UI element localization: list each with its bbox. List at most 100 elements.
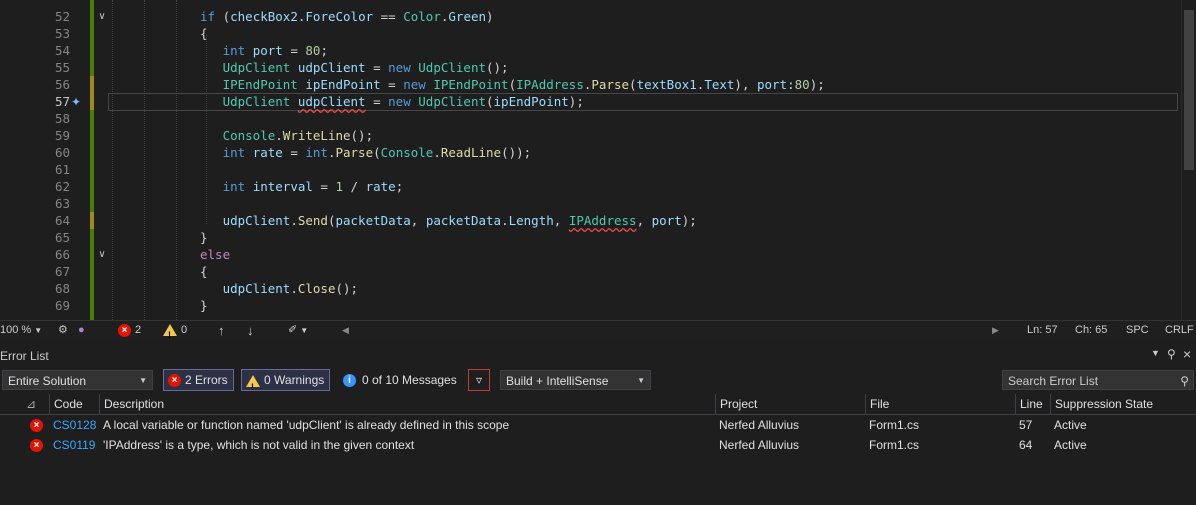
arrow-down-icon[interactable]: ↓ [247,321,254,340]
code-token: ) [486,9,494,24]
sort-column-icon[interactable]: ⊿ [22,394,49,414]
code-token: , [553,213,569,228]
scroll-left-icon[interactable]: ◀ [342,321,349,340]
zoom-selector[interactable]: 100 % ▼ [0,321,42,340]
code-text[interactable]: } [200,297,208,314]
code-line[interactable]: 65} [0,229,1196,246]
code-text[interactable]: int rate = int.Parse(Console.ReadLine())… [200,144,532,161]
code-token: new [388,94,411,109]
code-cleanup-icon[interactable]: ✐ ▼ [288,321,308,340]
code-token: = [312,179,336,194]
code-token: packetData [425,213,502,228]
whitespace-indicator[interactable]: SPC [1126,321,1149,340]
code-token: IPEndPoint [222,77,298,92]
code-line[interactable]: 69} [0,297,1196,314]
code-token: IPEndPoint [433,77,509,92]
code-line[interactable]: 56 IPEndPoint ipEndPoint = new IPEndPoin… [0,76,1196,93]
error-project: Nerfed Alluvius [719,438,800,452]
error-code-link[interactable]: CS0128 [53,415,96,435]
code-editor[interactable]: ∨ ∨ ✦ 52 if (checkBox2.ForeColor == Color… [0,0,1196,320]
line-number: 69 [54,298,70,313]
pin-icon[interactable]: ⚲ [1167,347,1176,361]
code-text[interactable]: UdpClient udpClient = new UdpClient(ipEn… [200,93,584,110]
error-code-link[interactable]: CS0119 [53,435,95,455]
code-line[interactable]: 61 [0,161,1196,178]
code-text[interactable]: udpClient.Close(); [200,280,358,297]
close-icon[interactable]: × [1183,346,1191,362]
build-filter-dropdown[interactable]: Build + IntelliSense ▼ [500,370,651,390]
code-line[interactable]: 58 [0,110,1196,127]
code-line[interactable]: 67 { [0,263,1196,280]
code-line[interactable]: 63 [0,195,1196,212]
code-token: Send [297,213,328,228]
code-line[interactable]: 57 UdpClient udpClient = new UdpClient(i… [0,93,1196,110]
scope-dropdown[interactable]: Entire Solution ▼ [2,370,153,390]
column-suppression-state[interactable]: Suppression State [1050,394,1180,414]
code-text[interactable]: int interval = 1 / rate; [200,178,404,195]
line-number: 52 [54,9,70,24]
warnings-filter-button[interactable]: ! 0 Warnings [241,369,331,392]
column-code[interactable]: Code [49,394,99,414]
table-row[interactable]: × CS0119 'IPAddress' is a type, which is… [0,435,1196,455]
code-line[interactable]: 59 Console.WriteLine(); [0,127,1196,144]
code-token: ( [373,145,381,160]
code-text[interactable]: { [200,263,208,280]
code-token: (); [350,128,374,143]
column-description[interactable]: Description [99,394,716,414]
code-text[interactable]: IPEndPoint ipEndPoint = new IPEndPoint(I… [200,76,825,93]
health-icon[interactable]: ⚙ [58,321,68,340]
copilot-icon[interactable]: ● [78,321,85,340]
code-text[interactable]: Console.WriteLine(); [200,127,374,144]
arrow-up-icon[interactable]: ↑ [218,321,225,340]
line-number-indicator[interactable]: Ln: 57 [1027,321,1058,340]
column-file[interactable]: File [865,394,1015,414]
code-line[interactable]: 62 int interval = 1 / rate; [0,178,1196,195]
code-text[interactable]: { [200,25,208,42]
code-line[interactable]: 64 udpClient.Send(packetData, packetData… [0,212,1196,229]
window-options-icon[interactable]: ▼ [1151,348,1160,358]
code-text[interactable]: udpClient.Send(packetData, packetData.Le… [200,212,697,229]
line-number: 62 [54,179,70,194]
code-line[interactable]: 55 UdpClient udpClient = new UdpClient()… [0,59,1196,76]
code-line[interactable]: 68 udpClient.Close(); [0,280,1196,297]
line-ending-indicator[interactable]: CRLF [1165,321,1194,340]
code-token: port [757,77,788,92]
error-squiggle-token: udpClient [297,94,366,109]
code-line[interactable]: 53 { [0,25,1196,42]
code-line[interactable]: 54 int port = 80; [0,42,1196,59]
scroll-right-icon[interactable]: ▶ [992,321,999,340]
code-token: Text [704,77,735,92]
errors-filter-button[interactable]: × 2 Errors [163,369,234,391]
code-line[interactable]: 60 int rate = int.Parse(Console.ReadLine… [0,144,1196,161]
code-token: ()); [501,145,532,160]
code-token: : [787,77,795,92]
column-project[interactable]: Project [715,394,865,414]
code-line[interactable]: 52 if (checkBox2.ForeColor == Color.Green… [0,8,1196,25]
error-count[interactable]: × 2 [118,321,141,340]
vertical-scrollbar[interactable] [1181,0,1196,320]
messages-filter-button[interactable]: i0 of 10 Messages [338,369,463,391]
code-token: ); [681,213,697,228]
search-error-list-input[interactable]: Search Error List ⚲ [1002,370,1194,390]
code-line[interactable]: 66 else [0,246,1196,263]
code-token: UdpClient [222,60,291,75]
code-text[interactable]: int port = 80; [200,42,328,59]
code-text[interactable]: } [200,229,208,246]
code-token: Green [448,9,487,24]
scrollbar-thumb[interactable] [1184,10,1194,170]
column-indicator[interactable]: Ch: 65 [1075,321,1107,340]
table-row[interactable]: × CS0128 A local variable or function na… [0,415,1196,435]
error-list-header: ⊿ Code Description Project File Line Sup… [0,394,1196,415]
warning-count[interactable]: ! 0 [163,321,187,340]
column-line[interactable]: Line [1015,394,1050,414]
code-token: 80 [794,77,810,92]
code-text[interactable]: UdpClient udpClient = new UdpClient(); [200,59,509,76]
code-text[interactable]: else [200,246,230,263]
code-token: ( [629,77,637,92]
code-token: . [433,145,441,160]
code-text[interactable]: if (checkBox2.ForeColor == Color.Green) [200,8,494,25]
filter-icon[interactable]: ▿ [468,369,490,391]
search-icon: ⚲ [1180,374,1189,388]
